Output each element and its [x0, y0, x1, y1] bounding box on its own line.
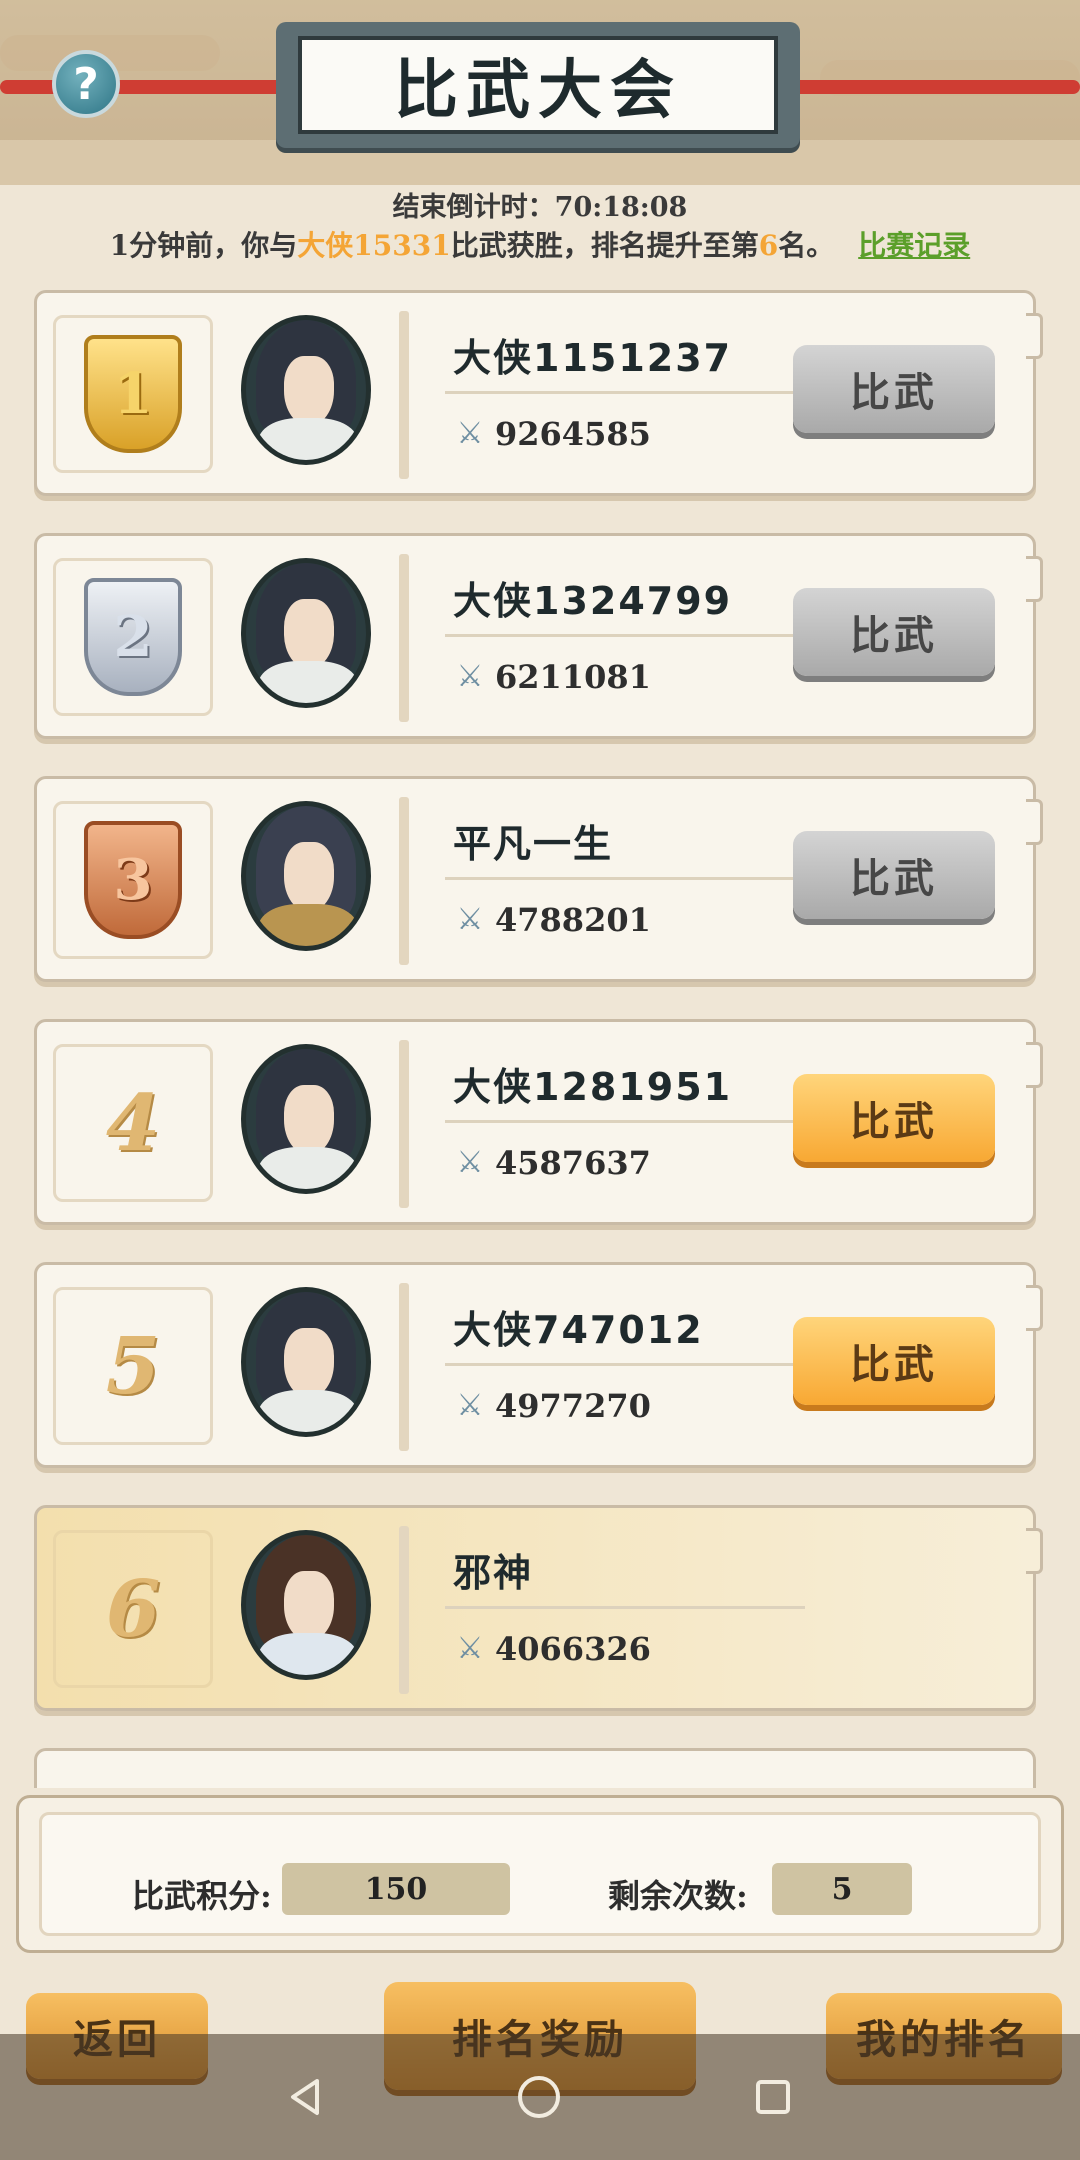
player-card-3: 3 平凡一生 ⚔ 4788201 比武: [34, 776, 1043, 982]
combat-power: 4977270: [495, 1387, 651, 1425]
avatar[interactable]: [241, 1044, 371, 1194]
title-plate: 比武大会: [276, 22, 800, 148]
name-underline: [445, 634, 805, 637]
rope-right: [780, 80, 1080, 94]
player-card-6-self: 6 邪神 ⚔ 4066326: [34, 1505, 1043, 1711]
next-card-peek: [34, 1748, 1036, 1788]
rank-box: 4: [53, 1044, 213, 1202]
combat-power: 4587637: [495, 1144, 651, 1182]
rank-box: 2: [53, 558, 213, 716]
notice-suffix: 名。: [778, 229, 835, 262]
player-name: 邪神: [453, 1551, 534, 1595]
power-row: ⚔ 6211081: [453, 658, 651, 696]
rank-number: 2: [113, 604, 153, 670]
name-underline: [445, 391, 805, 394]
fight-button[interactable]: 比武: [793, 588, 995, 676]
crossed-swords-icon: ⚔: [456, 659, 484, 694]
divider: [399, 1040, 409, 1208]
gold-medal-icon: 1: [84, 335, 182, 453]
help-icon: ?: [73, 58, 99, 110]
card-tab: [1026, 799, 1043, 845]
name-underline: [445, 877, 805, 880]
player-name: 平凡一生: [453, 822, 614, 866]
avatar[interactable]: [241, 558, 371, 708]
player-name: 大侠1151237: [453, 336, 733, 380]
crossed-swords-icon: ⚔: [456, 416, 484, 451]
stats-panel: 比武积分: 150 剩余次数: 5: [16, 1795, 1064, 1953]
card-tab: [1026, 313, 1043, 359]
crossed-swords-icon: ⚔: [456, 902, 484, 937]
remaining-value: 5: [772, 1863, 912, 1915]
nav-recents-icon[interactable]: [740, 2064, 806, 2130]
fight-button[interactable]: 比武: [793, 1074, 995, 1162]
divider: [399, 554, 409, 722]
avatar[interactable]: [241, 801, 371, 951]
player-card-1: 1 大侠1151237 ⚔ 9264585 比武: [34, 290, 1043, 496]
power-row: ⚔ 4066326: [453, 1630, 651, 1668]
player-card-2: 2 大侠1324799 ⚔ 6211081 比武: [34, 533, 1043, 739]
combat-power: 6211081: [495, 658, 651, 696]
rank-box: 3: [53, 801, 213, 959]
avatar[interactable]: [241, 1530, 371, 1680]
notice-opponent: 大侠15331: [297, 229, 451, 262]
power-row: ⚔ 9264585: [453, 415, 651, 453]
battle-notice: 1分钟前，你与大侠15331比武获胜，排名提升至第6名。 比赛记录: [0, 224, 1080, 264]
fight-button[interactable]: 比武: [793, 1317, 995, 1405]
name-underline: [445, 1606, 805, 1609]
crossed-swords-icon: ⚔: [456, 1145, 484, 1180]
rank-number: 4: [105, 1077, 161, 1169]
rank-number: 6: [105, 1563, 161, 1655]
countdown-text: 结束倒计时：70:18:08: [392, 192, 688, 223]
bronze-medal-icon: 3: [84, 821, 182, 939]
rank-number: 3: [113, 847, 153, 913]
rank-box: 6: [53, 1530, 213, 1688]
rope-left: [0, 80, 300, 94]
power-row: ⚔ 4977270: [453, 1387, 651, 1425]
divider: [399, 1283, 409, 1451]
score-label: 比武积分:: [132, 1877, 272, 1915]
fight-button[interactable]: 比武: [793, 831, 995, 919]
system-navbar: [0, 2034, 1080, 2160]
crossed-swords-icon: ⚔: [456, 1388, 484, 1423]
power-row: ⚔ 4587637: [453, 1144, 651, 1182]
notice-middle: 比武获胜，排名提升至第: [450, 229, 759, 262]
player-name: 大侠1324799: [453, 579, 733, 623]
card-tab: [1026, 1528, 1043, 1574]
fight-button[interactable]: 比武: [793, 345, 995, 433]
name-underline: [445, 1120, 805, 1123]
rank-box: 5: [53, 1287, 213, 1445]
player-name: 大侠747012: [453, 1308, 704, 1352]
card-tab: [1026, 1042, 1043, 1088]
rank-number: 1: [113, 361, 153, 427]
remaining-label: 剩余次数:: [608, 1877, 748, 1915]
avatar[interactable]: [241, 315, 371, 465]
help-button[interactable]: ?: [52, 50, 120, 118]
nav-back-icon[interactable]: [272, 2064, 338, 2130]
rank-box: 1: [53, 315, 213, 473]
player-name: 大侠1281951: [453, 1065, 733, 1109]
player-card-5: 5 大侠747012 ⚔ 4977270 比武: [34, 1262, 1043, 1468]
combat-power: 4066326: [495, 1630, 651, 1668]
nav-home-icon[interactable]: [506, 2064, 572, 2130]
combat-power: 9264585: [495, 415, 651, 453]
avatar[interactable]: [241, 1287, 371, 1437]
divider: [399, 797, 409, 965]
divider: [399, 311, 409, 479]
silver-medal-icon: 2: [84, 578, 182, 696]
combat-power: 4788201: [495, 901, 651, 939]
crossed-swords-icon: ⚔: [456, 1631, 484, 1666]
rank-number: 5: [105, 1320, 161, 1412]
divider: [399, 1526, 409, 1694]
card-tab: [1026, 556, 1043, 602]
match-record-link[interactable]: 比赛记录: [858, 229, 970, 262]
card-tab: [1026, 1285, 1043, 1331]
notice-rank: 6: [758, 229, 779, 262]
notice-prefix: 1分钟前，你与: [109, 229, 298, 262]
score-value: 150: [282, 1863, 510, 1915]
name-underline: [445, 1363, 805, 1366]
power-row: ⚔ 4788201: [453, 901, 651, 939]
page-title: 比武大会: [298, 36, 778, 134]
stats-inner: 比武积分: 150 剩余次数: 5: [39, 1812, 1041, 1936]
player-card-4: 4 大侠1281951 ⚔ 4587637 比武: [34, 1019, 1043, 1225]
